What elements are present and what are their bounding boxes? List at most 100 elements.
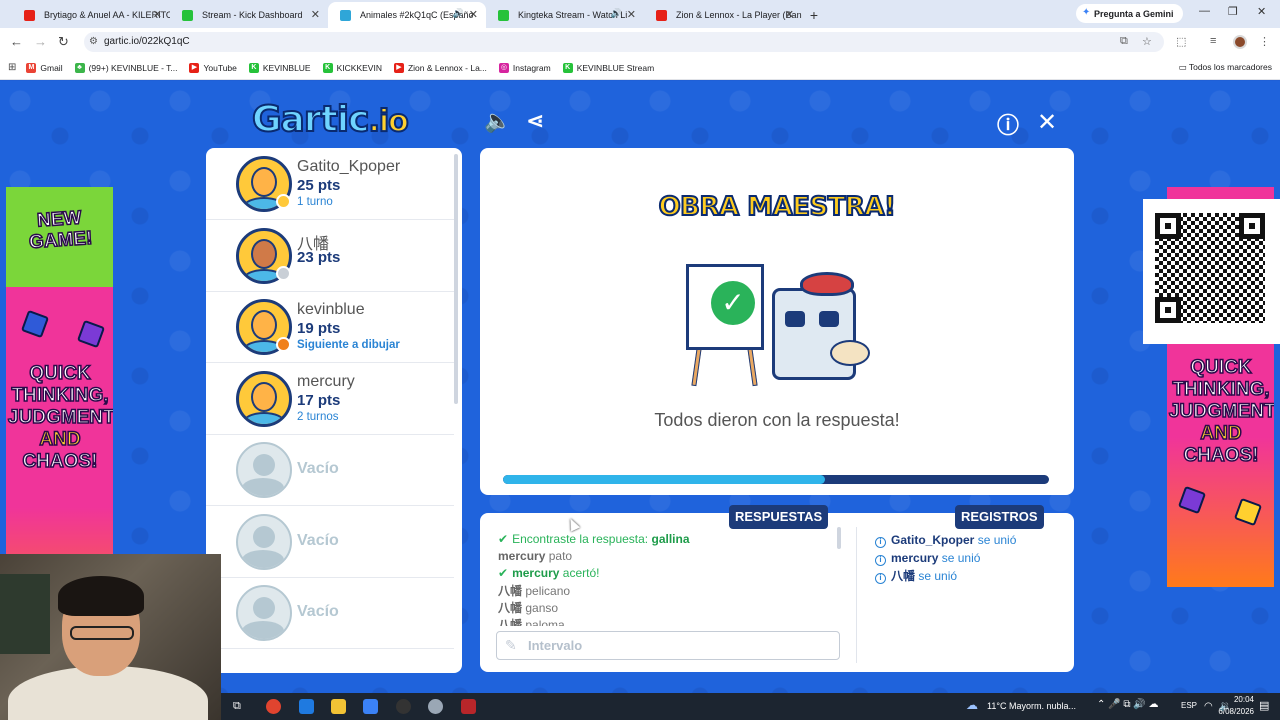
app-taskbar-icon[interactable] bbox=[428, 699, 443, 714]
bookmark-favicon-icon: K bbox=[322, 62, 333, 73]
avatar-face bbox=[251, 238, 277, 269]
qr-corner bbox=[1239, 213, 1265, 239]
info-icon: i bbox=[875, 573, 886, 584]
gemini-button[interactable]: ✦ Pregunta a Gemini bbox=[1076, 4, 1183, 23]
close-icon[interactable]: ✕ bbox=[1037, 108, 1057, 137]
folder-icon: ▭ bbox=[1178, 62, 1189, 72]
menu-kebab-icon[interactable]: ⋮ bbox=[1259, 35, 1270, 48]
reload-icon[interactable]: ↻ bbox=[58, 34, 69, 50]
browser-tab[interactable]: Brytiago & Anuel AA - KILERITO ✕ bbox=[12, 2, 170, 28]
player-row[interactable]: kevinblue 19 pts Siguiente a dibujar bbox=[206, 291, 454, 363]
round-title: OBRA MAESTRA! bbox=[658, 191, 897, 223]
tab-audio-icon[interactable]: 🔊 bbox=[453, 8, 464, 19]
youtube-icon bbox=[24, 10, 35, 21]
site-settings-icon[interactable]: ⚙ bbox=[89, 32, 98, 52]
bookmark-item[interactable]: M Gmail bbox=[26, 62, 63, 73]
apps-grid-icon[interactable]: ⊞ bbox=[8, 62, 16, 73]
player-turn-info: 2 turnos bbox=[297, 410, 339, 423]
task-view-icon[interactable]: ⧉ bbox=[233, 700, 241, 713]
weather-text[interactable]: 11°C Mayorm. nubla... bbox=[987, 701, 1076, 711]
browser-tab[interactable]: Stream - Kick Dashboard ✕ bbox=[170, 2, 328, 28]
bookmark-item[interactable]: K KEVINBLUE bbox=[248, 62, 311, 73]
player-avatar bbox=[236, 370, 292, 427]
player-points: 19 pts bbox=[297, 320, 341, 337]
url-field[interactable]: ⚙ gartic.io/022kQ1qC bbox=[84, 32, 1164, 52]
answers-label: RESPUESTAS bbox=[729, 505, 829, 529]
log-entry: i mercury se unió bbox=[875, 549, 1065, 567]
back-icon[interactable]: ← bbox=[10, 34, 23, 49]
player-row[interactable]: Vacío bbox=[206, 506, 454, 578]
info-icon[interactable]: ⓘ bbox=[997, 108, 1019, 140]
forward-icon[interactable]: → bbox=[34, 34, 47, 49]
browser-tab[interactable]: Animales #2kQ1qC (Españo 🔊 ✕ bbox=[328, 2, 486, 28]
players-scrollbar[interactable] bbox=[454, 154, 458, 404]
new-tab-button[interactable]: + bbox=[802, 2, 826, 28]
all-bookmarks[interactable]: ▭ Todos los marcadores bbox=[1179, 62, 1272, 73]
sound-icon[interactable]: 🔈 bbox=[484, 108, 511, 134]
answer-author: mercury bbox=[498, 549, 546, 564]
player-row[interactable]: Vacío bbox=[206, 434, 454, 506]
explorer-taskbar-icon[interactable] bbox=[331, 699, 346, 714]
qr-code bbox=[1143, 199, 1280, 344]
player-row[interactable]: mercury 17 pts 2 turnos bbox=[206, 363, 454, 435]
round-message: Todos dieron con la respuesta! bbox=[654, 410, 900, 430]
clock-date[interactable]: 6/08/2026 bbox=[1194, 707, 1254, 716]
tab-close-icon[interactable]: ✕ bbox=[311, 8, 320, 21]
gartic-logo: Gartic.io bbox=[251, 98, 410, 141]
player-turn-info: 1 turno bbox=[297, 196, 333, 208]
notifications-icon[interactable]: ▤ bbox=[1259, 699, 1269, 712]
bookmark-item[interactable]: K KICKKEVIN bbox=[322, 62, 382, 73]
tab-close-icon[interactable]: ✕ bbox=[785, 8, 794, 21]
player-name: mercury bbox=[297, 372, 355, 390]
player-row[interactable]: Gatito_Kpoper 25 pts 1 turno bbox=[206, 148, 454, 220]
store-taskbar-icon[interactable] bbox=[363, 699, 378, 714]
app-taskbar-icon[interactable] bbox=[461, 699, 476, 714]
bookmark-star-icon[interactable]: ☆ bbox=[1142, 35, 1152, 48]
easel-leg bbox=[747, 347, 758, 387]
ad-new-game-text: NEW GAME! bbox=[28, 207, 94, 254]
tab-close-icon[interactable]: ✕ bbox=[469, 8, 478, 21]
extensions-icon[interactable]: ⬚ bbox=[1176, 35, 1186, 48]
outlook-taskbar-icon[interactable] bbox=[299, 699, 314, 714]
answer-input[interactable]: ✎ Intervalo bbox=[496, 631, 840, 660]
bookmark-label: Gmail bbox=[40, 62, 63, 73]
bookmark-item[interactable]: ▶ Zion & Lennox - La... bbox=[393, 62, 487, 73]
answer-entry: ✔ Encontraste la respuesta: gallina bbox=[498, 531, 838, 548]
tab-close-icon[interactable]: ✕ bbox=[627, 8, 636, 21]
qr-corner bbox=[1155, 213, 1181, 239]
answers-scrollbar[interactable] bbox=[837, 527, 841, 549]
bookmark-label: Zion & Lennox - La... bbox=[407, 62, 487, 73]
kick-icon bbox=[498, 10, 509, 21]
chrome-taskbar-icon[interactable] bbox=[266, 699, 281, 714]
log-author: mercury bbox=[891, 551, 939, 565]
player-row[interactable]: Vacío bbox=[206, 577, 454, 649]
bookmark-item[interactable]: ▶ YouTube bbox=[189, 62, 237, 73]
empty-slot-label: Vacío bbox=[297, 603, 339, 620]
media-controls-icon[interactable]: ≡ bbox=[1210, 35, 1216, 47]
browser-tab[interactable]: Zion & Lennox - La Player (Ban ✕ bbox=[644, 2, 802, 28]
log-author: Gatito_Kpoper bbox=[891, 533, 975, 547]
profile-avatar[interactable] bbox=[1233, 35, 1247, 49]
maximize-button[interactable]: ❐ bbox=[1228, 5, 1238, 18]
tray-icons[interactable]: ⌃ 🎤 ⧉ 🔊 ☁ bbox=[1097, 699, 1159, 710]
close-window-button[interactable]: ✕ bbox=[1257, 5, 1266, 18]
log-entry: i 八幡 se unió bbox=[875, 567, 1065, 585]
tab-close-icon[interactable]: ✕ bbox=[153, 8, 162, 21]
bookmark-item[interactable]: K KEVINBLUE Stream bbox=[562, 62, 654, 73]
player-row[interactable]: 八幡 23 pts bbox=[206, 220, 454, 292]
clock-time[interactable]: 20:04 bbox=[1204, 695, 1254, 704]
webcam-overlay bbox=[0, 554, 221, 720]
avatar-face bbox=[253, 525, 275, 548]
pencil-icon: ✎ bbox=[505, 637, 517, 653]
tab-audio-icon[interactable]: 🔊 bbox=[611, 8, 622, 19]
share-icon[interactable]: ⋖ bbox=[526, 108, 544, 134]
obs-taskbar-icon[interactable] bbox=[396, 699, 411, 714]
bookmark-item[interactable]: ♣ (99+) KEVINBLUE - T... bbox=[74, 62, 177, 73]
bookmark-item[interactable]: ◎ Instagram bbox=[498, 62, 551, 73]
minimize-button[interactable]: — bbox=[1199, 5, 1210, 17]
avatar-body bbox=[243, 411, 285, 424]
player-name: kevinblue bbox=[297, 301, 365, 318]
browser-tab[interactable]: Kingteka Stream - Watch Li 🔊 ✕ bbox=[486, 2, 644, 28]
install-app-icon[interactable]: ⧉ bbox=[1120, 35, 1128, 48]
avatar-face bbox=[251, 381, 277, 412]
